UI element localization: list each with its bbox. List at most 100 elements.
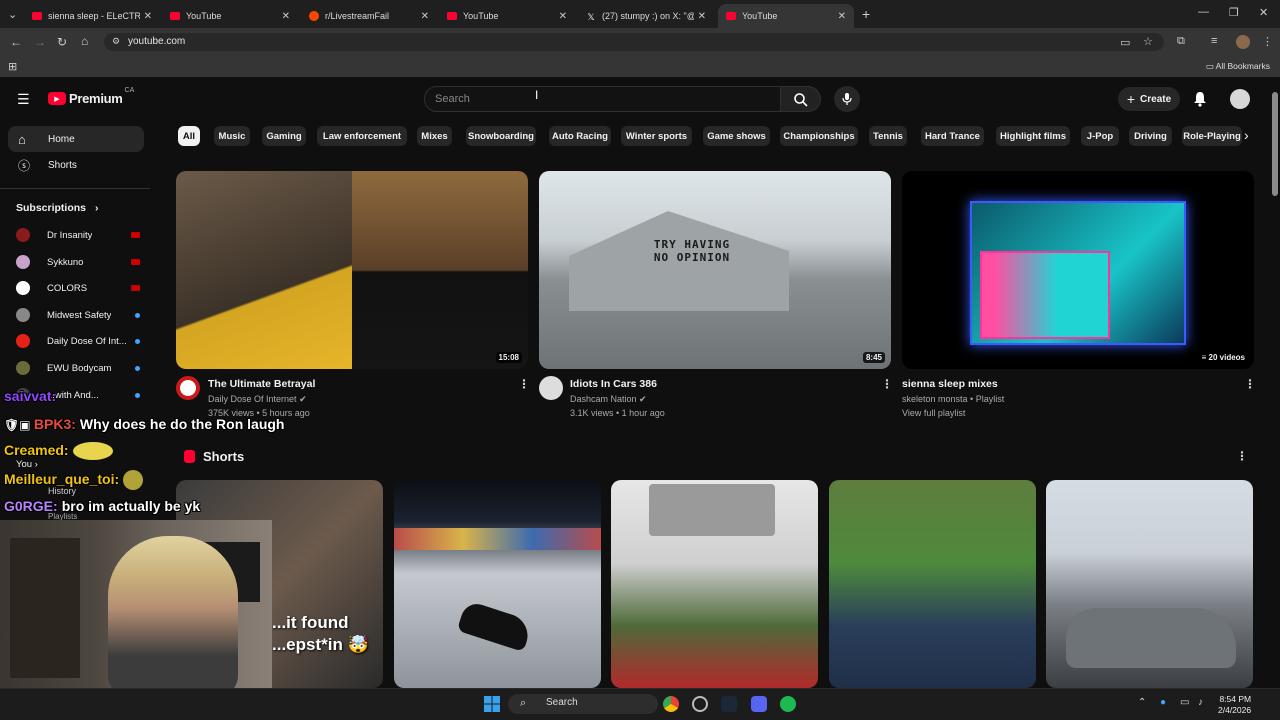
- short-thumbnail[interactable]: [611, 480, 818, 688]
- video-thumbnail[interactable]: 15:08: [176, 171, 528, 369]
- spotify-icon[interactable]: [780, 696, 796, 712]
- subscriptions-header[interactable]: Subscriptions ›: [16, 202, 98, 214]
- channel-avatar[interactable]: [539, 376, 563, 400]
- sidebar-item-subscription[interactable]: Midwest Safety: [16, 305, 140, 325]
- reading-list-icon[interactable]: ≡: [1211, 35, 1217, 47]
- new-tab-icon[interactable]: +: [862, 6, 870, 22]
- chip-game-shows[interactable]: Game shows: [703, 126, 770, 146]
- close-icon[interactable]: ✕: [838, 11, 846, 22]
- mic-tray-icon[interactable]: ●: [1160, 697, 1166, 708]
- minimize-icon[interactable]: —: [1198, 6, 1209, 18]
- chip-music[interactable]: Music: [214, 126, 250, 146]
- chip-auto-racing[interactable]: Auto Racing: [549, 126, 611, 146]
- page-scrollbar[interactable]: [1272, 82, 1278, 682]
- all-bookmarks-link[interactable]: ▭ All Bookmarks: [1206, 61, 1270, 72]
- extensions-icon[interactable]: ⧉: [1177, 35, 1185, 48]
- sidebar-item-subscription[interactable]: Dr Insanity: [16, 225, 140, 245]
- chip-driving[interactable]: Driving: [1129, 126, 1172, 146]
- chip-tennis[interactable]: Tennis: [869, 126, 907, 146]
- scrollbar-thumb[interactable]: [1272, 92, 1278, 196]
- volume-icon[interactable]: ♪: [1198, 697, 1203, 708]
- notifications-bell-icon[interactable]: [1193, 91, 1207, 107]
- you-section-header[interactable]: You ›: [16, 459, 38, 470]
- hamburger-menu-icon[interactable]: ☰: [17, 91, 30, 108]
- system-clock[interactable]: 8:54 PM 2/4/2026: [1218, 694, 1251, 716]
- tab-search-icon[interactable]: ⌄: [8, 8, 17, 21]
- sidebar-item-subscription[interactable]: EWU Bodycam: [16, 358, 140, 378]
- video-title[interactable]: Idiots In Cars 386: [570, 378, 657, 390]
- channel-name[interactable]: Daily Dose Of Internet ✔: [208, 392, 307, 406]
- youtube-logo[interactable]: ▶ Premium CA: [48, 87, 134, 106]
- browser-tab[interactable]: 𝕏(27) stumpy :) on X: "@xQ✕: [578, 4, 714, 28]
- video-thumbnail[interactable]: TRY HAVING NO OPINION 8:45: [539, 171, 891, 369]
- short-thumbnail[interactable]: [1046, 480, 1253, 688]
- chip-law-enforcement[interactable]: Law enforcement: [317, 126, 407, 146]
- chip-championships[interactable]: Championships: [780, 126, 858, 146]
- url-input[interactable]: ⚙ youtube.com: [104, 33, 1164, 51]
- chip-snowboarding[interactable]: Snowboarding: [466, 126, 536, 146]
- channel-avatar[interactable]: [176, 376, 200, 400]
- site-info-icon[interactable]: ⚙: [112, 36, 120, 47]
- sidebar-item-home[interactable]: ⌂ Home: [8, 126, 144, 152]
- playlist-thumbnail[interactable]: ≡ 20 videos: [902, 171, 1254, 369]
- shorts-more-options-icon[interactable]: ⋮: [1236, 449, 1248, 463]
- chrome-icon[interactable]: [663, 696, 679, 712]
- more-options-icon[interactable]: ⋮: [1244, 377, 1256, 391]
- chip-hard-trance[interactable]: Hard Trance: [921, 126, 984, 146]
- chip-all[interactable]: All: [178, 126, 200, 146]
- reload-icon[interactable]: ↻: [57, 35, 67, 49]
- profile-avatar[interactable]: [1236, 35, 1250, 49]
- voice-search-button[interactable]: [834, 86, 860, 112]
- sidebar-item-subscription[interactable]: COLORS: [16, 278, 140, 298]
- browser-tab[interactable]: YouTube ✕: [439, 4, 575, 28]
- close-icon[interactable]: ✕: [282, 11, 290, 22]
- short-thumbnail[interactable]: [394, 480, 601, 688]
- taskbar-search[interactable]: ⌕ Search: [508, 694, 658, 714]
- close-icon[interactable]: ✕: [421, 11, 429, 22]
- apps-grid-icon[interactable]: ⊞: [8, 60, 17, 73]
- windows-start-icon[interactable]: [484, 696, 500, 712]
- playlist-owner[interactable]: skeleton monsta • Playlist: [902, 392, 1004, 406]
- search-button[interactable]: [781, 86, 821, 112]
- more-options-icon[interactable]: ⋮: [881, 377, 893, 391]
- channel-name[interactable]: Dashcam Nation ✔: [570, 392, 647, 406]
- close-icon[interactable]: ✕: [559, 11, 567, 22]
- video-title[interactable]: The Ultimate Betrayal: [208, 378, 315, 390]
- playlist-title[interactable]: sienna sleep mixes: [902, 378, 998, 390]
- more-options-icon[interactable]: ⋮: [518, 377, 530, 391]
- view-full-playlist-link[interactable]: View full playlist: [902, 406, 965, 420]
- chip-role-playing[interactable]: Role-Playing: [1182, 126, 1242, 146]
- back-icon[interactable]: ←: [10, 35, 22, 49]
- forward-icon[interactable]: →: [34, 35, 46, 49]
- maximize-icon[interactable]: ❐: [1229, 6, 1239, 19]
- chip-gaming[interactable]: Gaming: [262, 126, 306, 146]
- sidebar-item-subscription[interactable]: Sykkuno: [16, 252, 140, 272]
- chip-j-pop[interactable]: J-Pop: [1081, 126, 1119, 146]
- obs-icon[interactable]: [692, 696, 708, 712]
- menu-dots-icon[interactable]: ⋮: [1262, 35, 1273, 48]
- chip-highlight-films[interactable]: Highlight films: [996, 126, 1070, 146]
- account-avatar[interactable]: [1230, 89, 1250, 109]
- chips-next-arrow-icon[interactable]: ›: [1244, 127, 1249, 143]
- browser-tab-active[interactable]: YouTube ✕: [718, 4, 854, 28]
- short-thumbnail[interactable]: [829, 480, 1036, 688]
- steam-icon[interactable]: [721, 696, 737, 712]
- create-button[interactable]: + Create: [1118, 87, 1180, 111]
- network-icon[interactable]: ▭: [1180, 697, 1189, 708]
- browser-tab[interactable]: sienna sleep - ELeCTRA R✕: [24, 4, 160, 28]
- chip-winter-sports[interactable]: Winter sports: [621, 126, 692, 146]
- bookmark-star-icon[interactable]: ☆: [1143, 35, 1153, 48]
- sidebar-item-shorts[interactable]: ⓢ Shorts: [8, 152, 144, 178]
- close-icon[interactable]: ✕: [144, 11, 152, 22]
- chip-mixes[interactable]: Mixes: [417, 126, 452, 146]
- close-icon[interactable]: ✕: [698, 11, 706, 22]
- home-browser-icon[interactable]: ⌂: [81, 34, 88, 48]
- browser-tab[interactable]: YouTube ✕: [162, 4, 298, 28]
- discord-icon[interactable]: [751, 696, 767, 712]
- cast-icon[interactable]: ▭: [1120, 36, 1130, 49]
- browser-tab[interactable]: r/LivestreamFail ✕: [301, 4, 437, 28]
- search-input[interactable]: Search: [424, 86, 781, 112]
- close-window-icon[interactable]: ✕: [1259, 6, 1268, 19]
- tray-chevron-icon[interactable]: ⌃: [1138, 697, 1146, 708]
- sidebar-item-subscription[interactable]: Daily Dose Of Int...: [16, 331, 140, 351]
